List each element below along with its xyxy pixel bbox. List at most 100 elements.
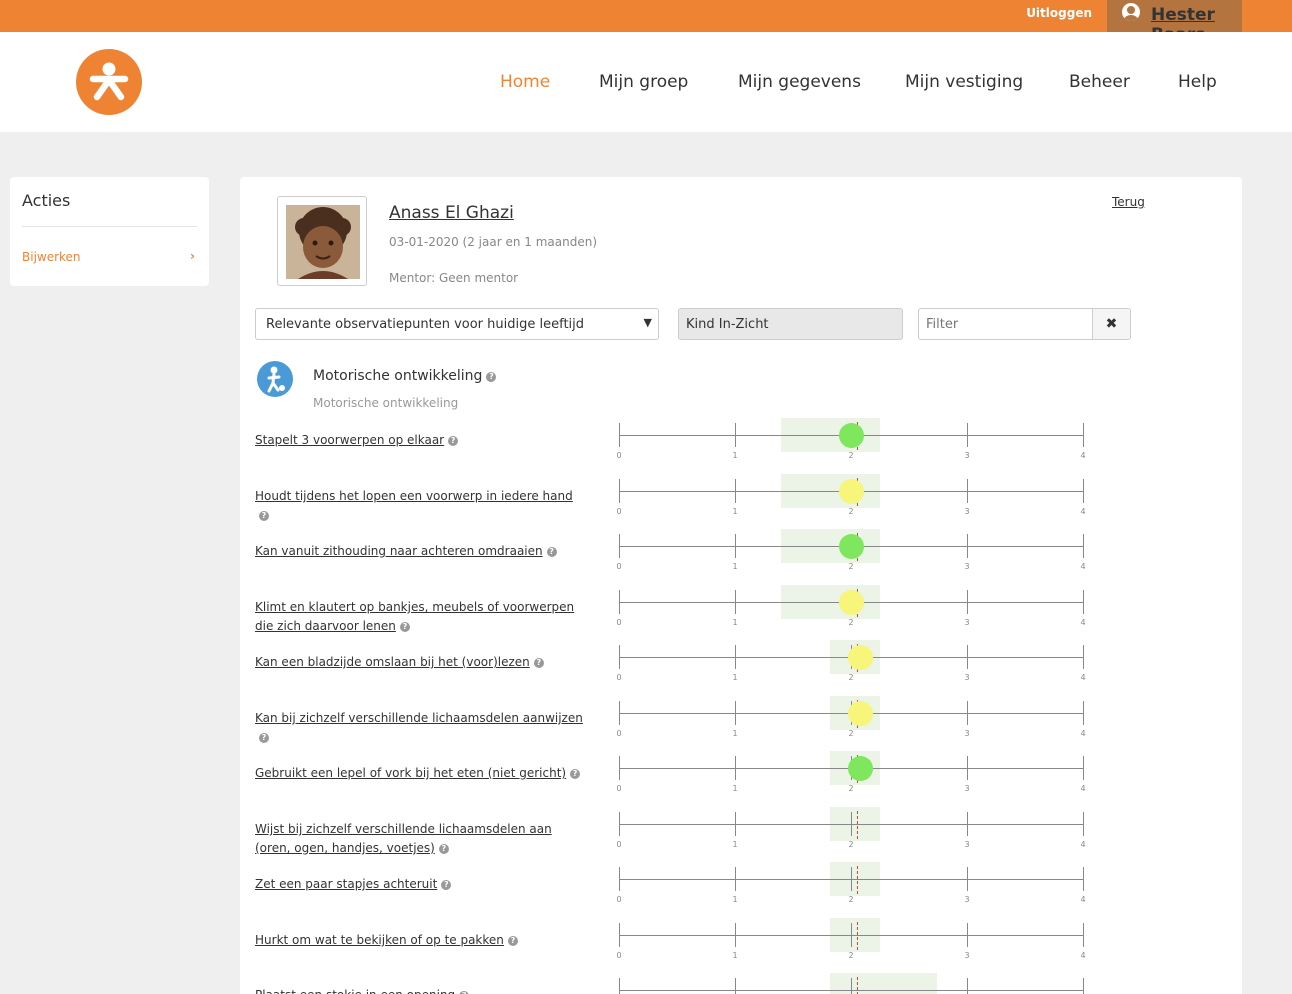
scale-tick — [619, 756, 620, 780]
observation-label[interactable]: Zet een paar stapjes achteruit? — [255, 875, 585, 894]
score-marker[interactable] — [839, 534, 864, 559]
observation-scale[interactable]: 01234 — [616, 751, 1086, 793]
scale-tick-label: 3 — [964, 507, 970, 516]
score-marker[interactable] — [839, 590, 864, 615]
filter-input[interactable] — [918, 308, 1093, 340]
observation-scale[interactable]: 01234 — [616, 474, 1086, 516]
reference-line — [856, 922, 858, 950]
observation-label[interactable]: Houdt tijdens het lopen een voorwerp in … — [255, 487, 585, 525]
score-marker[interactable] — [839, 479, 864, 504]
child-avatar — [277, 196, 367, 286]
scale-tick-label: 0 — [616, 951, 622, 960]
scale-tick-label: 0 — [616, 784, 622, 793]
scale-tick-label: 4 — [1080, 840, 1086, 849]
observation-text: Kan bij zichzelf verschillende lichaamsd… — [255, 711, 583, 725]
app-logo[interactable] — [76, 49, 142, 115]
scale-tick-label: 2 — [848, 673, 854, 682]
help-icon[interactable]: ? — [399, 622, 410, 632]
help-icon[interactable]: ? — [486, 372, 497, 382]
observation-scale[interactable]: 01234 — [616, 807, 1086, 849]
nav-help[interactable]: Help — [1178, 72, 1217, 92]
scale-tick — [967, 423, 968, 447]
scale-tick-label: 3 — [964, 618, 970, 627]
help-icon[interactable]: ? — [441, 880, 452, 890]
nav-mijn-gegevens[interactable]: Mijn gegevens — [738, 72, 861, 92]
observation-scale[interactable]: 01234 — [616, 529, 1086, 571]
scale-tick — [735, 479, 736, 503]
nav-mijn-vestiging[interactable]: Mijn vestiging — [905, 72, 1023, 92]
child-mentor: Mentor: Geen mentor — [389, 271, 519, 285]
observation-scale[interactable]: 01234 — [616, 918, 1086, 960]
observation-label[interactable]: Plaatst een stokje in een opening? — [255, 986, 585, 994]
observation-scale[interactable]: 01234 — [616, 973, 1086, 994]
observation-label[interactable]: Stapelt 3 voorwerpen op elkaar? — [255, 431, 585, 450]
scale-tick — [1083, 867, 1084, 891]
help-icon[interactable]: ? — [570, 769, 581, 779]
help-icon[interactable]: ? — [259, 733, 269, 743]
child-name[interactable]: Anass El Ghazi — [389, 203, 514, 223]
observation-label[interactable]: Kan bij zichzelf verschillende lichaamsd… — [255, 709, 585, 747]
help-icon[interactable]: ? — [448, 436, 459, 446]
scale-tick — [735, 423, 736, 447]
scale-tick — [619, 701, 620, 725]
observation-scale[interactable]: 01234 — [616, 640, 1086, 682]
observation-scale[interactable]: 01234 — [616, 585, 1086, 627]
scale-tick-label: 3 — [964, 729, 970, 738]
scale-tick — [1083, 701, 1084, 725]
help-icon[interactable]: ? — [546, 547, 557, 557]
observation-label[interactable]: Gebruikt een lepel of vork bij het eten … — [255, 764, 585, 783]
scale-tick-label: 3 — [964, 784, 970, 793]
observation-scale[interactable]: 01234 — [616, 696, 1086, 738]
clear-filter-button[interactable]: ✖ — [1092, 308, 1131, 340]
actions-panel: Acties Bijwerken › — [10, 177, 209, 286]
observation-text: Kan vanuit zithouding naar achteren omdr… — [255, 544, 543, 558]
observation-scale[interactable]: 01234 — [616, 418, 1086, 460]
scale-tick — [735, 590, 736, 614]
observation-scope-select[interactable]: Relevante observatiepunten voor huidige … — [255, 308, 659, 340]
scale-tick-label: 3 — [964, 451, 970, 460]
scale-tick — [1083, 423, 1084, 447]
observation-text: Houdt tijdens het lopen een voorwerp in … — [255, 489, 573, 503]
scale-tick-label: 4 — [1080, 618, 1086, 627]
scale-tick — [735, 756, 736, 780]
scale-tick — [967, 867, 968, 891]
observation-label[interactable]: Kan een bladzijde omslaan bij het (voor)… — [255, 653, 585, 672]
scale-tick-label: 1 — [732, 729, 738, 738]
scale-tick-label: 3 — [964, 840, 970, 849]
scale-tick-label: 0 — [616, 895, 622, 904]
observation-text: Plaatst een stokje in een opening — [255, 988, 455, 994]
top-bar: Uitloggen Hester Baars — [0, 0, 1292, 45]
user-menu[interactable]: Hester Baars — [1107, 0, 1242, 45]
scale-tick — [1083, 534, 1084, 558]
nav-beheer[interactable]: Beheer — [1069, 72, 1130, 92]
logout-link[interactable]: Uitloggen — [1026, 0, 1092, 32]
observation-scale[interactable]: 01234 — [616, 862, 1086, 904]
score-marker[interactable] — [839, 423, 864, 448]
help-icon[interactable]: ? — [533, 658, 544, 668]
observation-label[interactable]: Hurkt om wat te bekijken of op te pakken… — [255, 931, 585, 950]
domain-subtitle: Motorische ontwikkeling — [313, 396, 459, 410]
back-link[interactable]: Terug — [1112, 195, 1145, 209]
scale-tick-label: 0 — [616, 507, 622, 516]
scale-tick — [851, 812, 852, 836]
nav-home[interactable]: Home — [500, 72, 550, 92]
help-icon[interactable]: ? — [507, 936, 518, 946]
help-icon[interactable]: ? — [259, 511, 269, 521]
scale-tick — [619, 923, 620, 947]
scale-tick-label: 3 — [964, 951, 970, 960]
observation-label[interactable]: Klimt en klautert op bankjes, meubels of… — [255, 598, 585, 636]
nav-mijn-groep[interactable]: Mijn groep — [599, 72, 688, 92]
scale-tick — [967, 534, 968, 558]
observation-label[interactable]: Kan vanuit zithouding naar achteren omdr… — [255, 542, 585, 561]
scale-tick-label: 2 — [848, 729, 854, 738]
scale-tick — [967, 923, 968, 947]
scale-tick-label: 4 — [1080, 451, 1086, 460]
scale-tick-label: 3 — [964, 673, 970, 682]
chevron-right-icon[interactable]: › — [190, 249, 195, 263]
scale-tick-label: 1 — [732, 507, 738, 516]
child-birthdate: 03-01-2020 (2 jaar en 1 maanden) — [389, 235, 598, 249]
update-link[interactable]: Bijwerken — [22, 250, 81, 264]
child-panel: Anass El Ghazi 03-01-2020 (2 jaar en 1 m… — [240, 177, 1242, 994]
help-icon[interactable]: ? — [438, 844, 449, 854]
observation-label[interactable]: Wijst bij zichzelf verschillende lichaam… — [255, 820, 585, 858]
